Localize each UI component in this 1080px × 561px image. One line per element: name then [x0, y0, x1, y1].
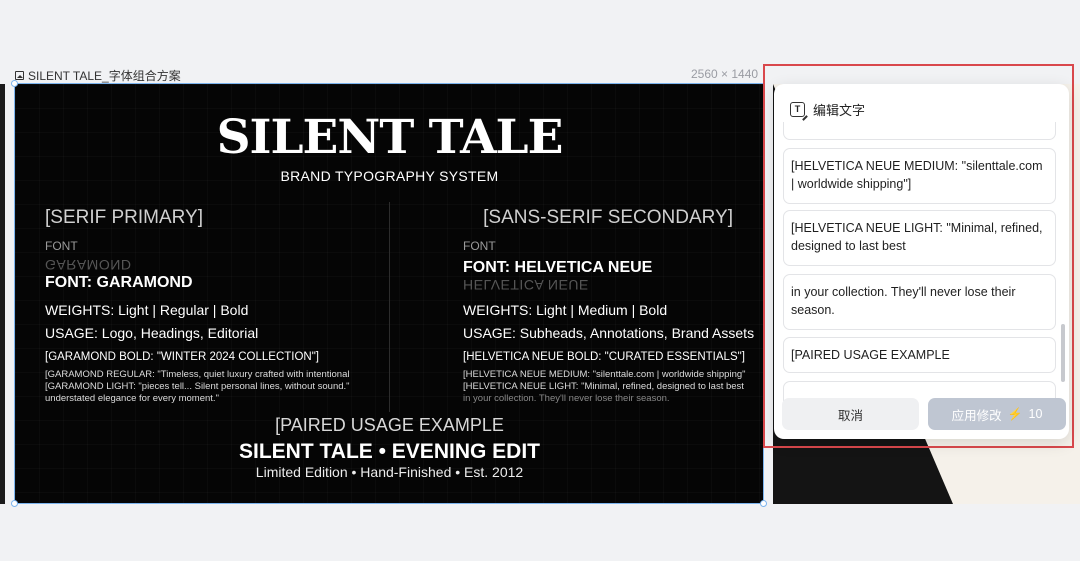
- apply-label: 应用修改: [951, 408, 1002, 423]
- serif-font-label: FONT: [45, 239, 78, 253]
- text-cards-list[interactable]: [HELVETICA NEUE MEDIUM: "silenttale.com …: [783, 122, 1057, 404]
- sans-medium-quote: [HELVETICA NEUE MEDIUM: "silenttale.com …: [463, 369, 746, 380]
- sans-ghost-text: HELVETICA NEUE: [463, 277, 589, 293]
- sans-usage: USAGE: Subheads, Annotations, Brand Asse…: [463, 325, 755, 341]
- frame-label[interactable]: SILENT TALE_字体组合方案: [15, 67, 181, 84]
- column-divider: [389, 202, 390, 412]
- frame-size: 2560 × 1440: [691, 67, 759, 81]
- text-card[interactable]: [783, 122, 1056, 140]
- scrollbar-thumb[interactable]: [1061, 324, 1065, 382]
- text-card[interactable]: in your collection. They'll never lose t…: [783, 274, 1056, 330]
- resize-handle-top-left[interactable]: [11, 80, 18, 87]
- cancel-button[interactable]: 取消: [782, 398, 919, 430]
- sans-heading: [SANS-SERIF SECONDARY]: [483, 207, 733, 228]
- text-card[interactable]: [HELVETICA NEUE MEDIUM: "silenttale.com …: [783, 148, 1056, 204]
- sans-light-quote: [HELVETICA NEUE LIGHT: "Minimal, refined…: [463, 381, 744, 392]
- serif-ghost-text: GARAMOND: [45, 257, 132, 273]
- serif-column: [SERIF PRIMARY] FONT GARAMOND FONT: GARA…: [45, 207, 375, 404]
- serif-regular-quote: [GARAMOND REGULAR: "Timeless, quiet luxu…: [45, 369, 350, 380]
- frame-name: SILENT TALE_字体组合方案: [28, 69, 181, 83]
- paired-example-subtitle: Limited Edition • Hand-Finished • Est. 2…: [255, 464, 524, 480]
- sans-light-quote-2: in your collection. They'll never lose t…: [463, 393, 670, 404]
- serif-weights: WEIGHTS: Light | Regular | Bold: [45, 302, 249, 318]
- serif-light-quote: [GARAMOND LIGHT: "pieces tell... Silent …: [45, 381, 350, 392]
- sans-bold-quote: [HELVETICA NEUE BOLD: "CURATED ESSENTIAL…: [463, 351, 745, 363]
- image-icon: [15, 71, 24, 80]
- sans-font: FONT: HELVETICA NEUE: [463, 259, 653, 276]
- apply-changes-button[interactable]: 应用修改 ⚡ 10: [928, 398, 1066, 430]
- text-card[interactable]: [PAIRED USAGE EXAMPLE: [783, 337, 1056, 373]
- poster-title: SILENT TALE: [216, 110, 564, 165]
- serif-usage: USAGE: Logo, Headings, Editorial: [45, 325, 259, 341]
- poster-subtitle: BRAND TYPOGRAPHY SYSTEM: [280, 168, 499, 184]
- sans-font-label: FONT: [463, 239, 496, 253]
- bolt-icon: ⚡: [1007, 407, 1023, 421]
- serif-heading: [SERIF PRIMARY]: [45, 207, 204, 228]
- serif-font: FONT: GARAMOND: [45, 274, 193, 291]
- serif-bold-quote: [GARAMOND BOLD: "WINTER 2024 COLLECTION"…: [45, 351, 319, 363]
- poster-canvas[interactable]: SILENT TALE BRAND TYPOGRAPHY SYSTEM [SER…: [15, 84, 764, 504]
- paired-example-title: SILENT TALE • EVENING EDIT: [239, 440, 540, 463]
- sans-column: [SANS-SERIF SECONDARY] FONT FONT: HELVET…: [463, 207, 755, 404]
- paired-usage-heading: [PAIRED USAGE EXAMPLE: [275, 415, 504, 435]
- resize-handle-bottom-left[interactable]: [11, 500, 18, 507]
- panel-title: 编辑文字: [813, 103, 866, 118]
- edit-text-panel: T 编辑文字 [HELVETICA NEUE MEDIUM: "silentta…: [774, 84, 1069, 439]
- cancel-label: 取消: [837, 408, 863, 423]
- adjacent-frame-edge: [0, 84, 5, 504]
- credit-cost: 10: [1028, 407, 1043, 421]
- edit-text-icon: T: [790, 102, 805, 117]
- serif-light-quote-2: understated elegance for every moment.": [45, 393, 219, 404]
- resize-handle-bottom-right[interactable]: [760, 500, 767, 507]
- panel-header: T 编辑文字: [790, 100, 865, 119]
- text-card[interactable]: [HELVETICA NEUE LIGHT: "Minimal, refined…: [783, 210, 1056, 266]
- sans-weights: WEIGHTS: Light | Medium | Bold: [463, 302, 668, 318]
